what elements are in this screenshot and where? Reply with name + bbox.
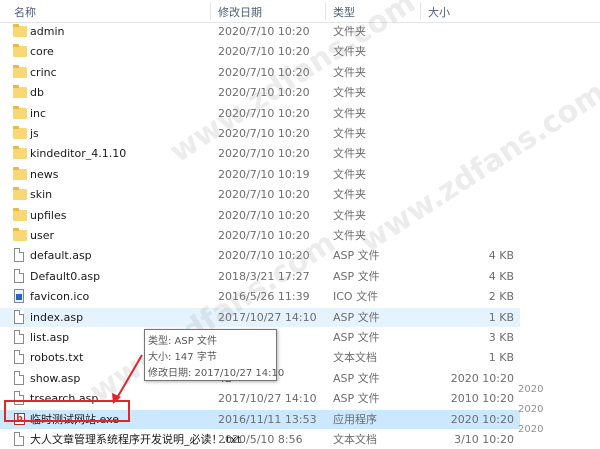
callout-arrow bbox=[112, 354, 143, 404]
